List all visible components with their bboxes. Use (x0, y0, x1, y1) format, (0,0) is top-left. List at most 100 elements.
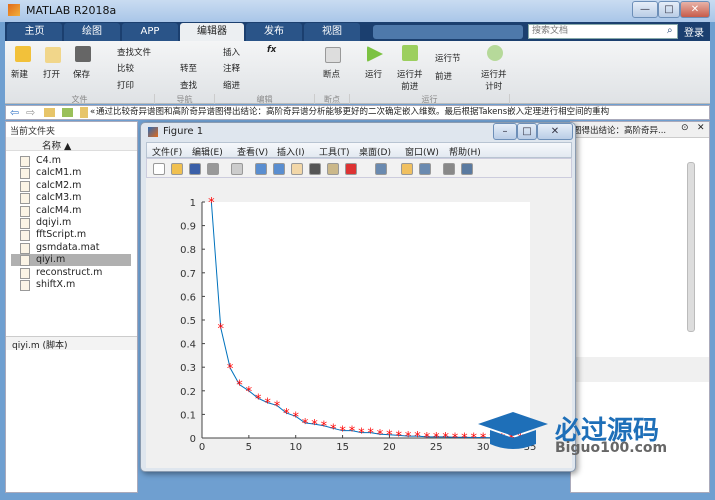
data-point: * (264, 397, 271, 412)
figure-menu-item[interactable]: 查看(V) (237, 145, 268, 158)
data-point: * (311, 418, 318, 433)
new-button[interactable]: 新建 (11, 68, 28, 80)
file-item[interactable]: calcM3.m (16, 192, 136, 205)
data-point: * (208, 196, 215, 211)
tab-apps[interactable]: APP (122, 23, 178, 41)
file-item[interactable]: calcM2.m (16, 180, 136, 192)
file-item[interactable]: calcM4.m (16, 205, 136, 217)
folder-icon (80, 107, 88, 118)
rotate-icon[interactable] (309, 163, 321, 175)
legend-icon[interactable] (419, 163, 431, 175)
file-item[interactable]: reconstruct.m (16, 267, 136, 279)
figure-menu-item[interactable]: 窗口(W) (405, 145, 439, 158)
maximize-button[interactable]: □ (658, 1, 680, 18)
data-point: * (386, 429, 393, 444)
forward-icon[interactable]: ⇨ (26, 106, 35, 119)
tab-plots[interactable]: 绘图 (64, 23, 120, 41)
show-plot-tools-icon[interactable] (461, 163, 473, 175)
name-column-header[interactable]: 名称 ▲ (42, 138, 71, 152)
new-figure-icon[interactable] (153, 163, 165, 175)
hide-plot-tools-icon[interactable] (443, 163, 455, 175)
link-icon[interactable] (375, 163, 387, 175)
section-label: 导航 (155, 94, 215, 104)
login-button[interactable]: 登录 (684, 24, 704, 39)
figure-menu-item[interactable]: 工具(T) (319, 145, 350, 158)
file-name: calcM4.m (36, 204, 82, 216)
file-name: dqiyi.m (36, 217, 72, 228)
zoom-in-icon[interactable] (255, 163, 267, 175)
figure-maximize-button[interactable]: □ (517, 123, 537, 140)
browse-folder-icon[interactable] (62, 108, 73, 117)
close-button[interactable]: ✕ (680, 1, 710, 18)
run-advance-button[interactable]: 运行并 前进 (397, 68, 423, 92)
figure-menu-item[interactable]: 编辑(E) (192, 145, 223, 158)
indent-button[interactable]: 缩进 (223, 79, 240, 91)
close-panel-icon[interactable]: ✕ (697, 123, 705, 133)
breakpoints-button[interactable]: 断点 (323, 68, 340, 80)
advance-button[interactable]: 前进 (435, 70, 452, 82)
file-item[interactable]: qiyi.m (11, 254, 131, 267)
tab-view[interactable]: 视图 (304, 23, 360, 41)
up-folder-icon[interactable] (44, 108, 55, 117)
comment-button[interactable]: 注释 (223, 62, 240, 74)
tab-home[interactable]: 主页 (7, 23, 62, 41)
figure-menu-item[interactable]: 帮助(H) (449, 145, 481, 158)
scrollbar[interactable] (687, 162, 695, 332)
save-button[interactable]: 保存 (73, 68, 90, 80)
print-button[interactable]: 打印 (117, 79, 134, 91)
open-button[interactable]: 打开 (43, 68, 60, 80)
y-tick-label: 0.7 (180, 269, 196, 280)
run-section-button[interactable]: 运行节 (435, 52, 461, 64)
file-name: calcM1.m (36, 167, 82, 179)
file-item[interactable]: gsmdata.mat (16, 242, 136, 254)
brush-icon[interactable] (345, 163, 357, 175)
x-tick-label: 10 (289, 442, 302, 453)
file-name: qiyi.m (36, 254, 66, 266)
fx-button[interactable]: fx (267, 45, 276, 55)
back-icon[interactable]: ⇦ (10, 106, 19, 119)
tab-editor[interactable]: 编辑器 (180, 23, 244, 41)
address-bar[interactable]: ⇦ ⇨ « 通过比较奇异谱图和高阶奇异谱图得出结论：高阶奇异谱分析能够更好的二次… (5, 105, 710, 120)
figure-menu-item[interactable]: 插入(I) (277, 145, 305, 158)
colorbar-icon[interactable] (401, 163, 413, 175)
panel-menu-icon[interactable]: ⊙ (681, 123, 689, 133)
insert-button[interactable]: 插入 (223, 46, 240, 58)
y-tick-label: 0.5 (180, 316, 196, 327)
data-cursor-icon[interactable] (327, 163, 339, 175)
quick-access-toolbar[interactable] (373, 25, 523, 39)
find-files-button[interactable]: 查找文件 (117, 46, 151, 58)
figure-toolbar (146, 158, 572, 178)
file-item[interactable]: dqiyi.m (16, 217, 136, 229)
matlab-logo-icon (8, 4, 20, 16)
search-input[interactable]: 搜索文档 (528, 24, 678, 39)
file-item[interactable]: fftScript.m (16, 229, 136, 242)
m-file-icon (20, 255, 30, 267)
print-icon[interactable] (207, 163, 219, 175)
figure-menu-item[interactable]: 桌面(D) (359, 145, 391, 158)
compare-button[interactable]: 比较 (117, 62, 134, 74)
pointer-icon[interactable] (231, 163, 243, 175)
pan-icon[interactable] (291, 163, 303, 175)
goto-button[interactable]: 转至 (180, 62, 197, 74)
data-point: * (330, 422, 337, 437)
save-icon[interactable] (189, 163, 201, 175)
panel-title: 当前文件夹 (10, 127, 56, 137)
data-point: * (217, 322, 224, 337)
find-button[interactable]: 查找 (180, 79, 197, 91)
file-item[interactable]: shiftX.m (16, 279, 136, 291)
tab-publish[interactable]: 发布 (246, 23, 302, 41)
file-item[interactable]: C4.m (16, 155, 136, 167)
run-and-time-button[interactable]: 运行并 计时 (481, 68, 507, 92)
file-name: reconstruct.m (36, 266, 103, 278)
zoom-out-icon[interactable] (273, 163, 285, 175)
matlab-logo-icon (148, 127, 158, 137)
figure-menu-item[interactable]: 文件(F) (152, 145, 182, 158)
figure-close-button[interactable]: ✕ (537, 123, 573, 140)
figure-minimize-button[interactable]: – (493, 123, 517, 140)
file-item[interactable]: calcM1.m (16, 167, 136, 180)
minimize-button[interactable]: — (632, 1, 658, 18)
run-button[interactable]: 运行 (365, 68, 382, 80)
open-icon[interactable] (171, 163, 183, 175)
data-point: * (442, 431, 449, 446)
search-icon[interactable]: ⌕ (667, 25, 673, 36)
